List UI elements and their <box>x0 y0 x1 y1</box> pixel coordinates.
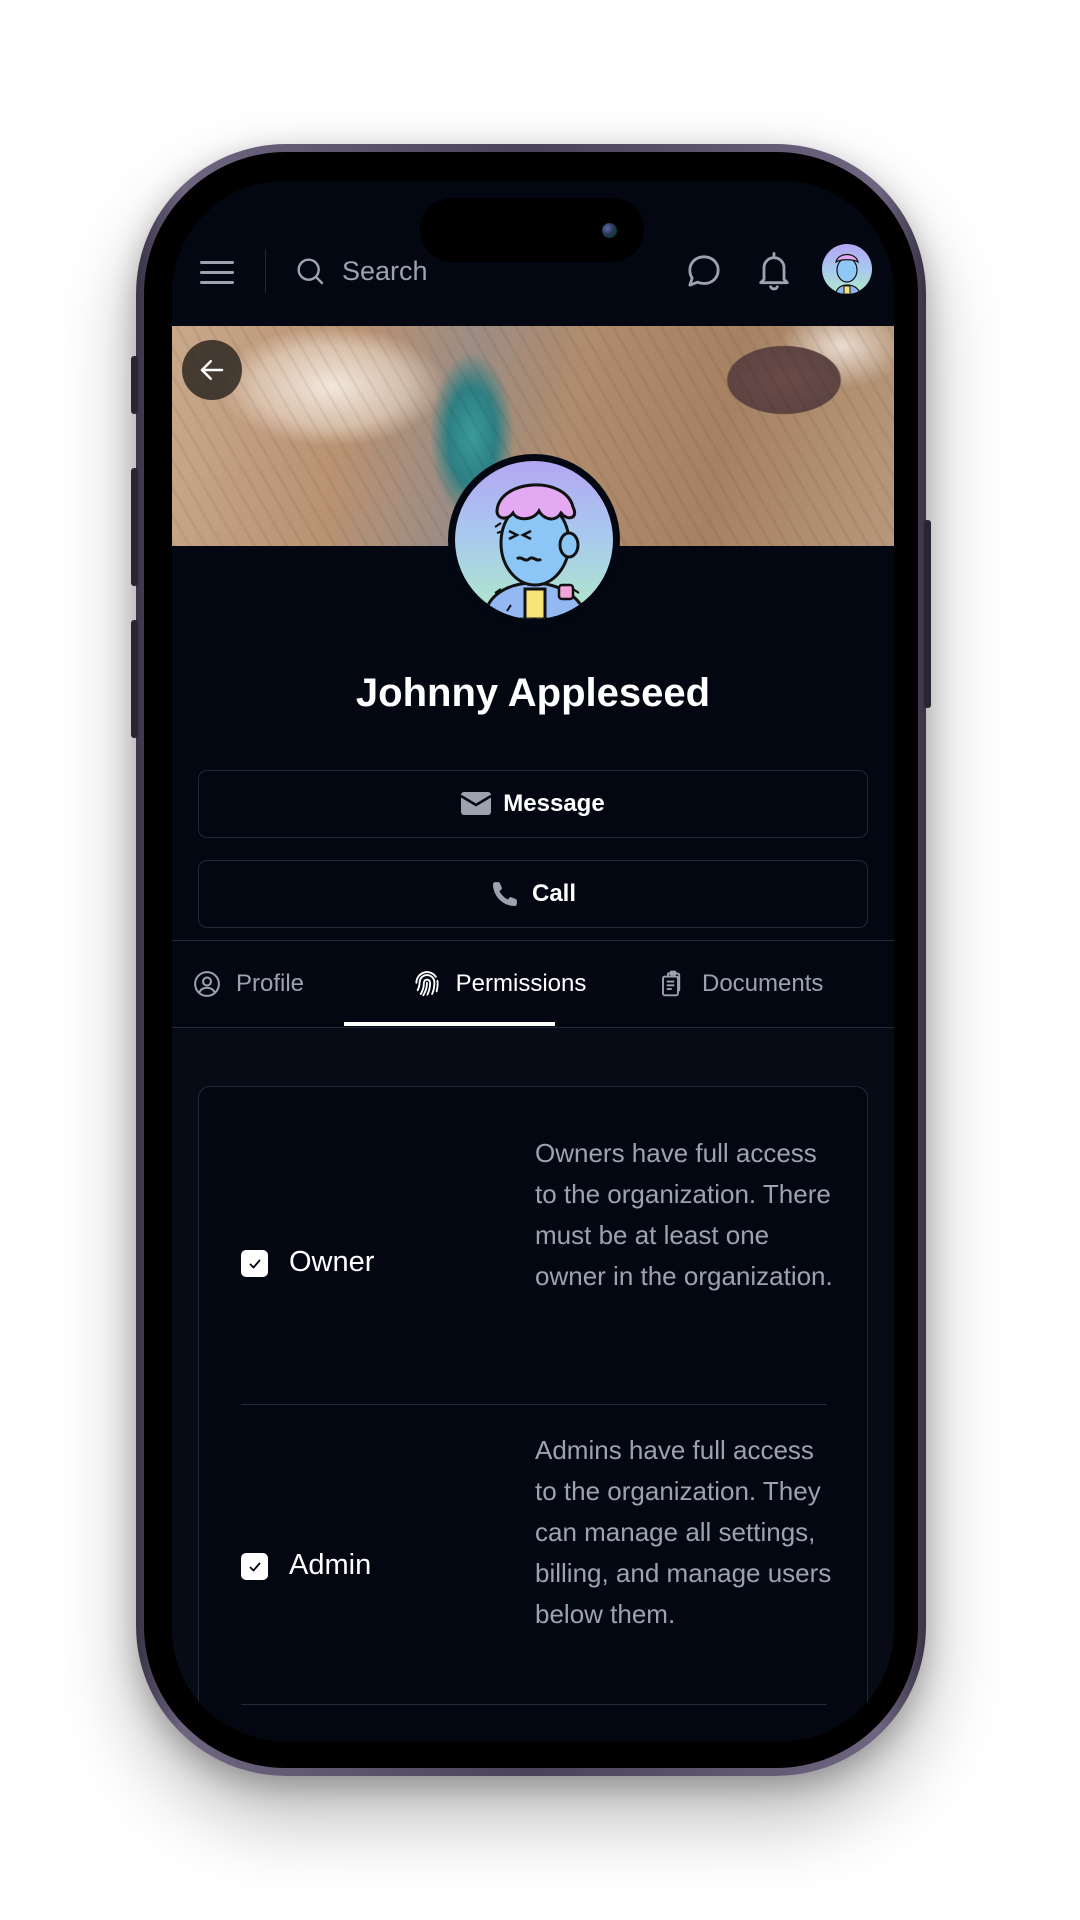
permission-description: Owners have full access to the organizat… <box>535 1138 833 1291</box>
dynamic-island <box>420 198 644 262</box>
admin-checkbox[interactable] <box>241 1553 268 1580</box>
avatar-illustration <box>822 244 872 294</box>
back-button[interactable] <box>182 340 242 400</box>
envelope-icon <box>461 792 492 815</box>
tab-permissions[interactable]: Permissions <box>394 941 604 1027</box>
owner-checkbox[interactable] <box>241 1250 268 1277</box>
message-button[interactable]: Message <box>198 770 868 838</box>
user-avatar[interactable] <box>822 244 872 294</box>
tab-label: Profile <box>236 970 305 997</box>
action-button <box>131 356 138 414</box>
clipboard-icon <box>662 970 681 997</box>
fingerprint-icon <box>415 971 439 997</box>
profile-name: Johnny Appleseed <box>355 671 711 715</box>
volume-down-button <box>131 620 138 738</box>
permission-label: Admin <box>289 1549 372 1581</box>
menu-button[interactable] <box>200 255 234 289</box>
tab-label: Permissions <box>455 970 587 997</box>
search-placeholder: Search <box>342 255 428 286</box>
camera-icon <box>602 223 617 238</box>
arrow-left-icon <box>200 360 224 380</box>
check-icon <box>249 1562 260 1571</box>
chat-bubble-icon[interactable] <box>684 251 724 291</box>
permission-label: Owner <box>289 1246 375 1278</box>
permission-row-admin: Admin Admins have full access to the org… <box>241 1405 831 1705</box>
call-button[interactable]: Call <box>198 860 868 928</box>
user-circle-icon <box>194 971 220 997</box>
phone-icon <box>492 882 517 906</box>
tab-bar: Profile Permissions Documents <box>172 940 894 1028</box>
message-label: Message <box>503 790 605 817</box>
search-icon <box>297 258 324 285</box>
tab-label: Documents <box>702 970 824 997</box>
profile-avatar <box>448 454 620 626</box>
permission-row-owner: Owner Owners have full access to the org… <box>241 1117 833 1405</box>
check-icon <box>249 1259 260 1268</box>
permission-description: Admins have full access to the organizat… <box>535 1435 832 1629</box>
tab-profile[interactable]: Profile <box>192 941 304 1027</box>
permissions-card: Owner Owners have full access to the org… <box>198 1086 868 1741</box>
menu-icon-line <box>200 280 234 284</box>
power-button <box>924 520 931 708</box>
active-tab-indicator <box>344 1022 555 1026</box>
phone-screen: Search Johnny Appleseed Message Call Pro… <box>172 181 894 1741</box>
menu-icon-line <box>200 260 234 264</box>
avatar-illustration <box>483 483 589 619</box>
avatar-image <box>455 461 613 619</box>
bell-icon[interactable] <box>754 249 794 293</box>
search-input[interactable]: Search <box>294 251 428 291</box>
volume-up-button <box>131 468 138 586</box>
tab-documents[interactable]: Documents <box>658 941 823 1027</box>
menu-icon-line <box>200 270 234 274</box>
call-label: Call <box>531 880 576 907</box>
divider <box>265 249 266 293</box>
